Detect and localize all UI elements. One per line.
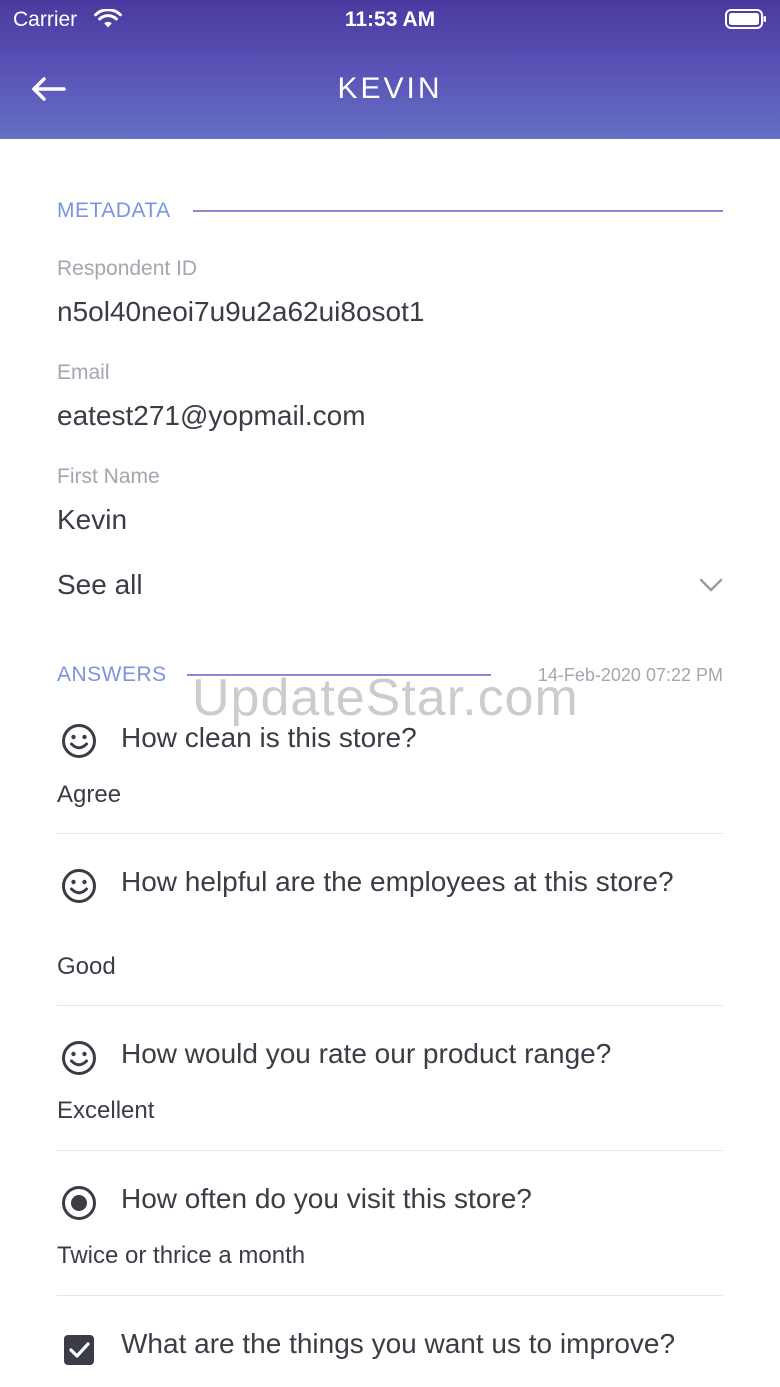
respondent-id-label: Respondent ID (57, 257, 198, 280)
see-all-label: See all (57, 569, 143, 600)
answer-divider (57, 1005, 723, 1006)
smiley-icon (62, 1041, 96, 1075)
email-label: Email (57, 361, 110, 384)
answers-divider-line (187, 674, 491, 676)
answers-section-label: ANSWERS (57, 663, 167, 686)
answers-section-header: ANSWERS 14-Feb-2020 07:22 PM (57, 663, 723, 693)
response-date: 14-Feb-2020 07:22 PM (537, 665, 723, 685)
answer-text: Good (57, 953, 116, 980)
answer-item: How clean is this store? Agree (57, 720, 723, 820)
metadata-section-header: METADATA (57, 199, 723, 229)
first-name-label: First Name (57, 465, 160, 488)
radio-icon (62, 1186, 96, 1220)
question-text: How often do you visit this store? (121, 1183, 532, 1214)
answer-divider (57, 1295, 723, 1296)
question-text: What are the things you want us to impro… (121, 1328, 676, 1359)
see-all-button[interactable]: See all (57, 569, 723, 605)
question-text: How would you rate our product range? (121, 1038, 612, 1069)
answer-text: Excellent (57, 1097, 155, 1124)
respondent-id-value: n5ol40neoi7u9u2a62ui8osot1 (57, 296, 425, 327)
battery-icon (725, 9, 766, 29)
app-header: Carrier 11:53 AM KEVIN (0, 0, 780, 139)
email-value: eatest271@yopmail.com (57, 400, 366, 431)
answer-item: How would you rate our product range? Ex… (57, 1036, 723, 1136)
answer-item: How often do you visit this store? Twice… (57, 1181, 723, 1281)
page-title: KEVIN (337, 72, 443, 105)
smiley-icon (62, 724, 96, 758)
answer-divider (57, 833, 723, 834)
chevron-down-icon (699, 578, 723, 592)
first-name-value: Kevin (57, 504, 128, 535)
status-time: 11:53 AM (344, 8, 436, 31)
smiley-icon (62, 869, 96, 903)
answer-item: What are the things you want us to impro… (57, 1326, 723, 1387)
metadata-section-label: METADATA (57, 199, 171, 222)
answer-text: Twice or thrice a month (57, 1242, 306, 1269)
metadata-divider-line (193, 210, 723, 212)
answer-divider (57, 1150, 723, 1151)
status-bar: Carrier 11:53 AM (0, 0, 780, 40)
answer-text: Agree (57, 781, 122, 808)
answer-item: How helpful are the employees at this st… (57, 864, 723, 994)
question-text: How clean is this store? (121, 722, 417, 753)
checkbox-icon (64, 1335, 94, 1365)
question-text: How helpful are the employees at this st… (121, 866, 674, 897)
